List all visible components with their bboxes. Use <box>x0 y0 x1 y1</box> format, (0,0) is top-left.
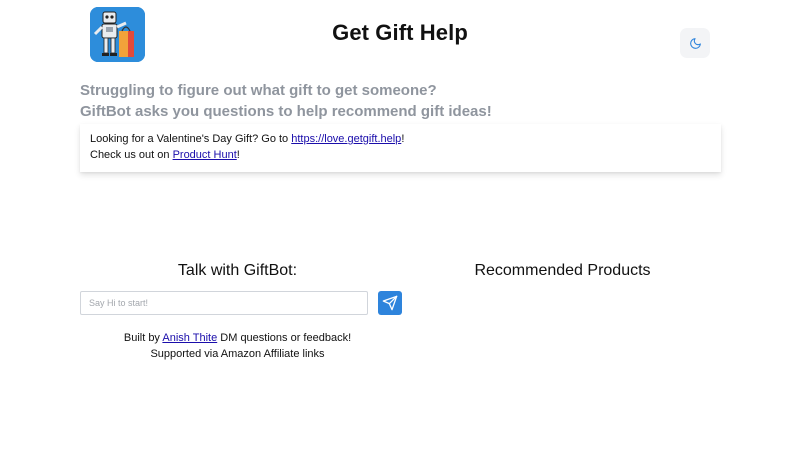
send-icon <box>382 295 398 311</box>
chat-title: Talk with GiftBot: <box>177 262 298 279</box>
banner-line-1: Looking for a Valentine's Day Gift? Go t… <box>90 131 711 147</box>
affiliate-note: Supported via Amazon Affiliate links <box>150 348 325 360</box>
product-hunt-link[interactable]: Product Hunt <box>173 149 237 161</box>
built-by-line: Built by Anish Thite DM questions or fee… <box>80 330 395 346</box>
valentine-link[interactable]: https://love.getgift.help <box>291 133 401 145</box>
banner-line-2: Check us out on Product Hunt! <box>90 147 711 163</box>
banner-line-2-text: Check us out on <box>90 149 173 161</box>
built-by-prefix: Built by <box>123 332 163 344</box>
recommended-products-title: Recommended Products <box>474 262 651 279</box>
intro-text: Struggling to figure out what gift to ge… <box>80 80 720 122</box>
author-link[interactable]: Anish Thite <box>162 332 217 344</box>
banner-line-1-suffix: ! <box>401 133 405 145</box>
intro-line-2: GiftBot asks you questions to help recom… <box>80 103 492 120</box>
chat-input[interactable] <box>80 291 368 315</box>
send-button[interactable] <box>378 291 402 315</box>
theme-toggle-button[interactable] <box>680 28 710 58</box>
moon-icon <box>689 37 701 49</box>
built-by-suffix: DM questions or feedback! <box>217 332 352 344</box>
banner-line-2-suffix: ! <box>236 149 240 161</box>
announcement-banner: Looking for a Valentine's Day Gift? Go t… <box>80 124 721 172</box>
intro-line-1: Struggling to figure out what gift to ge… <box>80 82 437 99</box>
footer: Built by Anish Thite DM questions or fee… <box>80 330 395 362</box>
banner-line-1-text: Looking for a Valentine's Day Gift? Go t… <box>90 133 292 145</box>
